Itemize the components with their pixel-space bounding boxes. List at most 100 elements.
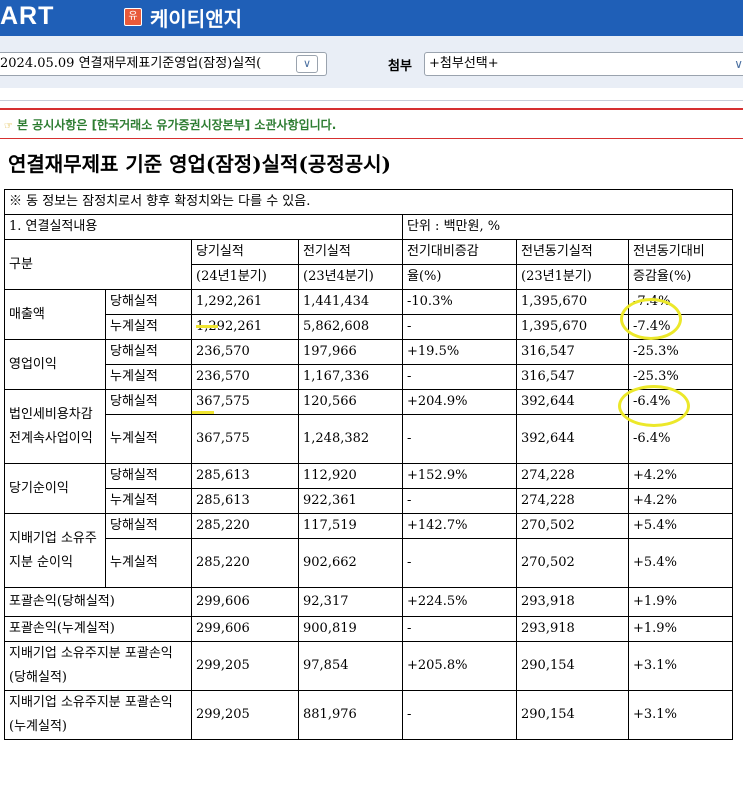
yoy-actual-value: 270,502 (516, 513, 629, 539)
attach-label: 첨부 (388, 59, 412, 74)
table-row: 누계실적 285,613 922,361-274,228 +4.2% (5, 488, 734, 514)
header-bar: ART 유 케이티앤지 (0, 0, 743, 36)
table-row: 누계실적 236,570 1,167,336-316,547 -25.3% (5, 364, 734, 390)
yoy-actual-value: 293,918 (516, 587, 629, 617)
row-subcategory: 누계실적 (105, 538, 192, 588)
company-name[interactable]: 케이티앤지 (150, 3, 242, 32)
row-subcategory: 누계실적 (105, 414, 192, 464)
previous-value: 97,854 (298, 641, 403, 691)
highlight-circle (618, 385, 690, 427)
app-logo[interactable]: ART (0, 2, 54, 31)
current-value: 299,606 (191, 616, 299, 642)
divider (0, 100, 743, 101)
previous-value: 1,248,382 (298, 414, 403, 464)
row-category: 포괄손익(누계실적) (4, 616, 192, 642)
previous-value: 197,966 (298, 339, 403, 365)
attach-select[interactable]: +첨부선택+ ∨ (424, 52, 743, 76)
current-value: 367,575 (191, 414, 299, 464)
previous-value: 5,862,608 (298, 314, 403, 340)
header-previous-period: (23년4분기) (298, 264, 403, 290)
notice: ☞ 본 공시사항은 [한국거래소 유가증권시장본부] 소관사항입니다. (4, 116, 336, 133)
row-category: 영업이익 (4, 339, 106, 390)
yoy-actual-value: 316,547 (516, 364, 629, 390)
table-row: 포괄손익(당해실적) 299,606 92,317 +224.5% 293,918 +1.… (4, 587, 734, 617)
header-qoq: 전기대비증감 (402, 239, 517, 265)
notice-text: 본 공시사항은 [한국거래소 유가증권시장본부] 소관사항입니다. (16, 118, 337, 132)
row-category: 지배기업 소유주지분 순이익 (4, 513, 106, 588)
yoy-actual-value: 392,644 (516, 414, 629, 464)
yoy-rate: +3.1% (627, 641, 734, 691)
previous-value: 902,662 (298, 538, 403, 588)
yoy-actual-value: 290,154 (516, 690, 629, 740)
table-row: 지배기업 소유주지분 포괄손익(누계실적) 299,205 881,976-290,… (4, 690, 734, 740)
current-value: 1,292,261 (191, 289, 299, 315)
qoq-rate: - (402, 414, 517, 464)
current-value: 299,606 (191, 587, 299, 617)
row-subcategory: 누계실적 (105, 314, 192, 340)
table-row: 당기순이익 당해실적 285,613 112,920 +152.9% 274,228 +4.… (4, 463, 734, 514)
unit-label: 단위 : 백만원, % (401, 214, 734, 240)
yoy-rate: +5.4% (627, 513, 734, 539)
header-qoq-unit: 율(%) (402, 264, 517, 290)
table-row: 영업이익 당해실적 236,570 197,966 +19.5% 316,547 -25.3… (4, 339, 734, 390)
yoy-actual-value: 290,154 (516, 641, 629, 691)
table-row: 포괄손익(누계실적) 299,606 900,819-293,918 +1.9% (4, 616, 734, 642)
yoy-rate: +4.2% (627, 488, 734, 514)
yoy-actual-value: 392,644 (516, 389, 629, 415)
current-value: 236,570 (191, 339, 299, 365)
notice-bar: ☞ 본 공시사항은 [한국거래소 유가증권시장본부] 소관사항입니다. (0, 108, 743, 139)
qoq-rate: +152.9% (402, 463, 517, 489)
current-value: 285,613 (191, 488, 299, 514)
attach-select-value: +첨부선택+ (429, 56, 499, 71)
yoy-rate: +3.1% (627, 690, 734, 740)
row-category: 지배기업 소유주지분 포괄손익(누계실적) (4, 690, 192, 740)
chevron-down-icon[interactable]: ∨ (734, 53, 743, 75)
yoy-actual-value: 270,502 (516, 538, 629, 588)
table-row: 구분 당기실적 전기실적 전기대비증감 전년동기실적 전년동기대비 (4, 239, 734, 290)
row-category: 법인세비용차감전계속사업이익 (4, 389, 106, 464)
qoq-rate: +142.7% (402, 513, 517, 539)
highlight-underline (192, 411, 214, 414)
previous-value: 117,519 (298, 513, 403, 539)
qoq-rate: +19.5% (402, 339, 517, 365)
qoq-rate: +224.5% (402, 587, 517, 617)
report-select-value: 2024.05.09 연결재무제표기준영업(잠정)실적( (0, 56, 262, 71)
previous-value: 1,167,336 (298, 364, 403, 390)
yoy-actual-value: 1,395,670 (516, 289, 629, 315)
previous-value: 120,566 (298, 389, 403, 415)
previous-value: 922,361 (298, 488, 403, 514)
row-subcategory: 당해실적 (105, 513, 192, 539)
header-yoy-unit: 증감율(%) (627, 264, 734, 290)
highlight-circle (620, 298, 682, 340)
row-category: 포괄손익(당해실적) (4, 587, 192, 617)
row-subcategory: 누계실적 (105, 488, 192, 514)
current-value: 285,613 (191, 463, 299, 489)
header-yoy-actual: 전년동기실적 (516, 239, 629, 265)
row-subcategory: 누계실적 (105, 364, 192, 390)
section-label: 1. 연결실적내용 (4, 214, 403, 240)
row-subcategory: 당해실적 (105, 289, 192, 315)
highlight-underline (196, 325, 218, 328)
report-select[interactable]: 2024.05.09 연결재무제표기준영업(잠정)실적( ∨ (0, 52, 327, 76)
header-category: 구분 (4, 239, 192, 290)
pointing-hand-icon: ☞ (4, 121, 13, 132)
previous-value: 900,819 (298, 616, 403, 642)
market-badge-icon: 유 (124, 8, 142, 26)
row-category: 당기순이익 (4, 463, 106, 514)
header-current-period: (24년1분기) (191, 264, 299, 290)
toolbar: 2024.05.09 연결재무제표기준영업(잠정)실적( ∨ 첨부 +첨부선택+… (0, 36, 743, 88)
current-value: 299,205 (191, 690, 299, 740)
previous-value: 92,317 (298, 587, 403, 617)
previous-value: 1,441,434 (298, 289, 403, 315)
table-row: 지배기업 소유주지분 포괄손익(당해실적) 299,205 97,854 +205.8… (4, 641, 734, 691)
chevron-down-icon[interactable]: ∨ (296, 55, 318, 73)
row-category: 매출액 (4, 289, 106, 340)
current-value: 236,570 (191, 364, 299, 390)
qoq-rate: +205.8% (402, 641, 517, 691)
header-previous: 전기실적 (298, 239, 403, 265)
table-note: ※ 동 정보는 잠정치로서 향후 확정치와는 다를 수 있음. (3, 189, 734, 215)
table-row: ※ 동 정보는 잠정치로서 향후 확정치와는 다를 수 있음. (3, 189, 734, 215)
qoq-rate: - (402, 314, 517, 340)
table-row: 1. 연결실적내용 단위 : 백만원, % (4, 214, 734, 240)
qoq-rate: - (402, 538, 517, 588)
